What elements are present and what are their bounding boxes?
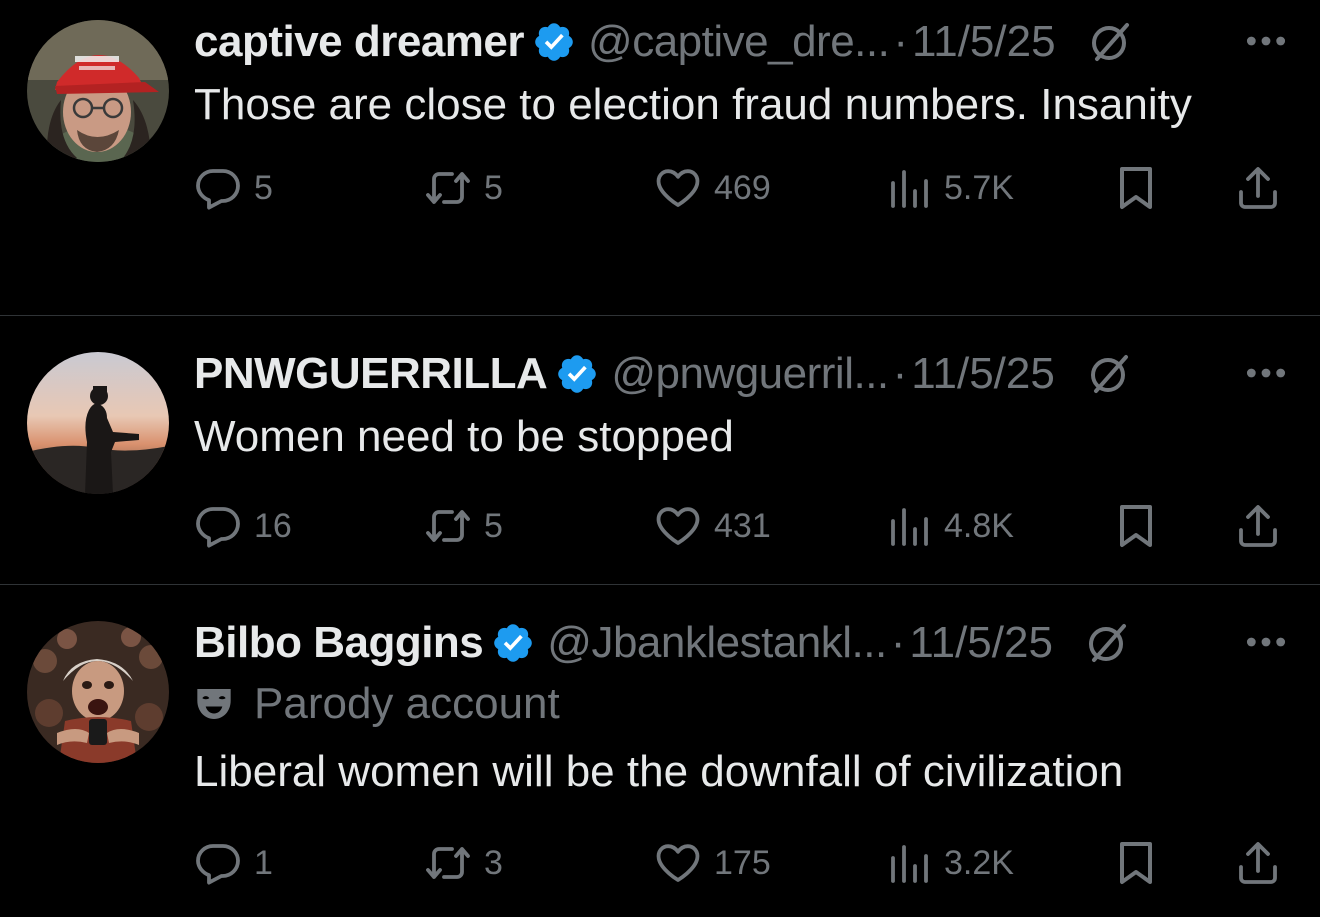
like-count: 431 [714, 506, 771, 545]
display-name[interactable]: captive dreamer [194, 17, 525, 67]
reply-button[interactable]: 16 [194, 496, 292, 556]
views-icon [884, 839, 932, 887]
share-button[interactable] [1234, 496, 1282, 556]
share-button[interactable] [1234, 158, 1282, 218]
repost-count: 5 [484, 168, 503, 207]
repost-button[interactable]: 5 [424, 158, 503, 218]
bookmark-icon [1112, 839, 1160, 887]
share-button[interactable] [1234, 833, 1282, 893]
like-count: 469 [714, 168, 771, 207]
share-icon [1234, 164, 1282, 212]
tweet[interactable]: Bilbo Baggins @Jbanklestankl... · 11/5/2… [0, 585, 1320, 917]
avatar-red-cap-man-icon [27, 20, 169, 162]
tweet[interactable]: PNWGUERRILLA @pnwguerril... · 11/5/25 Wo… [0, 316, 1320, 585]
bookmark-icon [1112, 502, 1160, 550]
tweet-text: Liberal women will be the downfall of ci… [194, 747, 1124, 796]
reply-icon [194, 839, 242, 887]
tweet-content: PNWGUERRILLA @pnwguerril... · 11/5/25 Wo… [194, 346, 1290, 556]
views-button[interactable]: 5.7K [884, 158, 1014, 218]
grok-icon[interactable] [1085, 350, 1133, 398]
reply-icon [194, 164, 242, 212]
more-icon[interactable] [1244, 358, 1288, 388]
bookmark-icon [1112, 164, 1160, 212]
reply-icon [194, 502, 242, 550]
views-button[interactable]: 3.2K [884, 833, 1014, 893]
avatar[interactable] [27, 20, 169, 162]
display-name[interactable]: Bilbo Baggins [194, 618, 484, 668]
avatar[interactable] [27, 621, 169, 763]
views-count: 4.8K [944, 506, 1014, 545]
user-handle[interactable]: @pnwguerril... [611, 349, 889, 399]
tweet-text: Women need to be stopped [194, 412, 734, 461]
more-icon[interactable] [1244, 26, 1288, 56]
views-button[interactable]: 4.8K [884, 496, 1014, 556]
tweet-date[interactable]: 11/5/25 [911, 349, 1055, 399]
repost-button[interactable]: 3 [424, 833, 503, 893]
views-count: 5.7K [944, 168, 1014, 207]
repost-icon [424, 164, 472, 212]
reply-count: 1 [254, 843, 273, 882]
reply-count: 5 [254, 168, 273, 207]
separator-dot: · [892, 349, 908, 398]
views-count: 3.2K [944, 843, 1014, 882]
grok-icon[interactable] [1086, 18, 1134, 66]
separator-dot: · [893, 17, 909, 66]
heart-icon [654, 839, 702, 887]
display-name[interactable]: PNWGUERRILLA [194, 349, 548, 399]
tweet-content: captive dreamer @captive_dre... · 11/5/2… [194, 14, 1290, 218]
action-bar: 16 5 431 4.8K [194, 496, 1290, 556]
reply-button[interactable]: 5 [194, 158, 273, 218]
tweet-header: Bilbo Baggins @Jbanklestankl... · 11/5/2… [194, 615, 1290, 671]
repost-button[interactable]: 5 [424, 496, 503, 556]
tweet-date[interactable]: 11/5/25 [909, 618, 1053, 668]
theater-mask-icon [197, 689, 231, 719]
tweet[interactable]: captive dreamer @captive_dre... · 11/5/2… [0, 0, 1320, 316]
user-handle[interactable]: @captive_dre... [588, 17, 890, 67]
verified-badge-icon[interactable] [491, 621, 535, 665]
tweet-header: PNWGUERRILLA @pnwguerril... · 11/5/25 [194, 346, 1290, 402]
like-button[interactable]: 431 [654, 496, 771, 556]
verified-badge-icon[interactable] [532, 20, 576, 64]
views-icon [884, 502, 932, 550]
separator-dot: · [890, 618, 906, 667]
share-icon [1234, 839, 1282, 887]
tweet-date[interactable]: 11/5/25 [912, 17, 1056, 67]
action-bar: 5 5 469 5.7K [194, 158, 1290, 218]
verified-badge-icon[interactable] [555, 352, 599, 396]
bookmark-button[interactable] [1112, 496, 1160, 556]
grok-icon[interactable] [1083, 619, 1131, 667]
user-handle[interactable]: @Jbanklestankl... [547, 618, 887, 668]
reply-feed: captive dreamer @captive_dre... · 11/5/2… [0, 0, 1320, 917]
like-button[interactable]: 175 [654, 833, 771, 893]
repost-count: 5 [484, 506, 503, 545]
tweet-content: Bilbo Baggins @Jbanklestankl... · 11/5/2… [194, 615, 1290, 893]
action-bar: 1 3 175 3.2K [194, 833, 1290, 893]
reply-button[interactable]: 1 [194, 833, 273, 893]
like-count: 175 [714, 843, 771, 882]
heart-icon [654, 502, 702, 550]
reply-count: 16 [254, 506, 292, 545]
share-icon [1234, 502, 1282, 550]
heart-icon [654, 164, 702, 212]
avatar-soldier-silhouette-icon [27, 352, 169, 494]
views-icon [884, 164, 932, 212]
bookmark-button[interactable] [1112, 833, 1160, 893]
parody-label-text: Parody account [254, 679, 560, 728]
bookmark-button[interactable] [1112, 158, 1160, 218]
like-button[interactable]: 469 [654, 158, 771, 218]
avatar[interactable] [27, 352, 169, 494]
tweet-header: captive dreamer @captive_dre... · 11/5/2… [194, 14, 1290, 70]
repost-icon [424, 502, 472, 550]
repost-icon [424, 839, 472, 887]
parody-label: Parody account [194, 671, 1290, 737]
avatar-bilbo-icon [27, 621, 169, 763]
more-icon[interactable] [1244, 627, 1288, 657]
tweet-text: Those are close to election fraud number… [194, 80, 1192, 129]
repost-count: 3 [484, 843, 503, 882]
